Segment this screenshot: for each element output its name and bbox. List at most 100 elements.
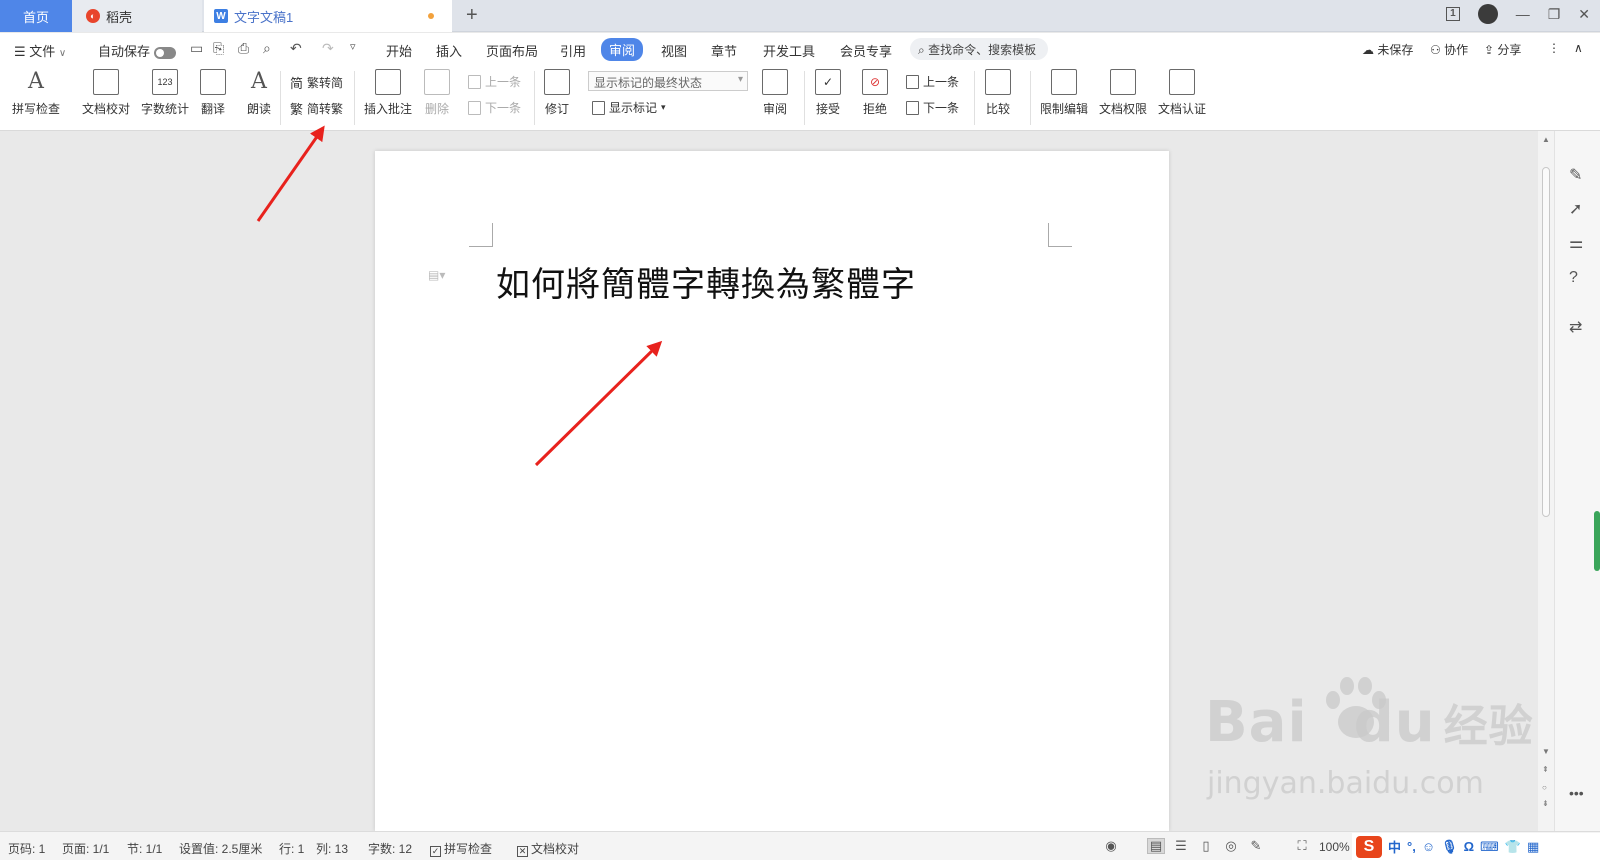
screen-badge[interactable]: 1 [1446, 7, 1460, 21]
paragraph-handle-icon[interactable]: ▤▾ [428, 268, 445, 282]
show-markup-button[interactable]: 显示标记 ▾ [592, 99, 666, 116]
translate-button[interactable]: 翻译 [200, 69, 226, 117]
reject-button[interactable]: ⊘ 拒绝 [862, 69, 888, 117]
pen-view-icon[interactable]: ✎ [1247, 838, 1265, 854]
tab-daoke[interactable]: ◐ 稻壳 [72, 0, 202, 32]
edit-pen-icon[interactable]: ✎ [1569, 165, 1582, 185]
prev-change-label: 上一条 [923, 75, 960, 89]
scroll-up-icon[interactable]: ▲ [1542, 135, 1550, 144]
document-title-text[interactable]: 如何將簡體字轉換為繁體字 [496, 257, 916, 306]
tab-start[interactable]: 开始 [386, 41, 412, 60]
omega-icon[interactable]: Ω [1464, 839, 1474, 854]
new-tab-button[interactable]: + [466, 4, 478, 27]
read-aloud-button[interactable]: A 朗读 [246, 69, 272, 117]
document-page[interactable]: ▤▾ 如何將簡體字轉換為繁體字 [375, 151, 1169, 831]
status-setting[interactable]: 设置值: 2.5厘米 [179, 840, 262, 857]
trad-to-simp-button[interactable]: 简繁转简 [290, 73, 343, 92]
more-menu-icon[interactable]: ⋮ [1548, 41, 1560, 55]
print-preview-icon[interactable]: ⌕ [263, 40, 271, 57]
accept-button[interactable]: ✓ 接受 [815, 69, 841, 117]
help-icon[interactable]: ? [1569, 269, 1578, 287]
tab-document[interactable]: W 文字文稿1 [204, 0, 452, 32]
doc-cert-button[interactable]: 文档认证 [1158, 69, 1206, 117]
skin-icon[interactable]: 👕 [1505, 839, 1521, 855]
status-doc-proof[interactable]: ✕ 文档校对 [517, 840, 579, 857]
doc-proof-button[interactable]: 文档校对 [82, 69, 130, 117]
delete-comment-button[interactable]: 删除 [424, 69, 450, 117]
web-view-icon[interactable]: ◎ [1222, 838, 1240, 854]
eye-protect-icon[interactable]: ◉ [1102, 838, 1120, 854]
prev-page-icon[interactable]: ⇞ [1542, 765, 1549, 774]
status-row[interactable]: 行: 1 [279, 840, 304, 857]
close-icon[interactable]: ✕ [1578, 6, 1590, 23]
status-pages[interactable]: 页面: 1/1 [62, 840, 109, 857]
track-changes-button[interactable]: 修订 [544, 69, 570, 117]
tab-page-layout[interactable]: 页面布局 [486, 41, 538, 60]
restrict-edit-button[interactable]: 限制编辑 [1040, 69, 1088, 117]
status-word-count[interactable]: 字数: 12 [368, 840, 412, 857]
reading-view-icon[interactable]: ▯ [1197, 838, 1215, 854]
scrollbar-thumb[interactable] [1542, 167, 1550, 517]
tab-home[interactable]: 首页 [0, 0, 72, 32]
minimize-icon[interactable]: — [1516, 6, 1530, 22]
fit-page-icon[interactable]: ⛶ [1293, 838, 1311, 854]
quick-access-more-icon[interactable]: ▿ [350, 40, 356, 53]
outline-view-icon[interactable]: ☰ [1172, 838, 1190, 854]
scroll-down-icon[interactable]: ▼ [1542, 747, 1550, 756]
simp-to-trad-button[interactable]: 繁简转繁 [290, 99, 343, 118]
status-section[interactable]: 节: 1/1 [127, 840, 162, 857]
tab-view[interactable]: 视图 [661, 41, 687, 60]
share-button[interactable]: ⇪ 分享 [1484, 41, 1521, 58]
tab-insert[interactable]: 插入 [436, 41, 462, 60]
select-browse-icon[interactable]: ○ [1542, 783, 1547, 792]
undo-icon[interactable]: ↶ [290, 40, 302, 57]
autosave-switch[interactable] [154, 46, 177, 59]
page-view-icon[interactable]: ▤ [1147, 838, 1165, 854]
save-icon[interactable]: ▭ [190, 40, 203, 57]
avatar[interactable] [1477, 4, 1498, 24]
tab-member[interactable]: 会员专享 [840, 41, 892, 60]
cursor-select-icon[interactable]: ➚ [1569, 199, 1582, 219]
insert-comment-button[interactable]: 插入批注 [364, 69, 412, 117]
print-icon[interactable]: ⎙ [238, 40, 249, 57]
collab-button[interactable]: ⚇ 协作 [1430, 41, 1468, 58]
zoom-level[interactable]: 100% [1319, 840, 1350, 854]
keyboard-icon[interactable]: ⌨ [1480, 839, 1499, 855]
prev-change-button[interactable]: 上一条 [906, 73, 959, 90]
review-pane-button[interactable]: 审阅 [762, 69, 788, 117]
redo-icon[interactable]: ↷ [322, 40, 334, 57]
prev-comment-button[interactable]: 上一条 [468, 73, 521, 90]
word-count-button[interactable]: 123 字数统计 [141, 69, 189, 117]
ime-lang[interactable]: 中 [1388, 837, 1401, 856]
next-change-button[interactable]: 下一条 [906, 99, 959, 116]
more-icon[interactable]: ••• [1569, 785, 1584, 801]
vertical-scrollbar[interactable]: ▲ ▼ ⇞ ○ ⇟ [1538, 131, 1554, 831]
unsaved-status[interactable]: ☁ 未保存 [1362, 41, 1413, 58]
settings-sliders-icon[interactable]: ⚌ [1569, 233, 1583, 253]
restore-icon[interactable]: ❐ [1548, 6, 1561, 23]
status-page-number[interactable]: 页码: 1 [8, 840, 45, 857]
doc-permission-button[interactable]: 文档权限 [1099, 69, 1147, 117]
format-painter-icon[interactable]: ⎘ [213, 40, 224, 57]
status-spell-check[interactable]: ✓ 拼写检查 [430, 840, 492, 857]
status-col[interactable]: 列: 13 [316, 840, 348, 857]
sogou-logo-icon[interactable]: S [1356, 835, 1382, 858]
spell-check-button[interactable]: A 拼写检查 [12, 69, 60, 117]
command-search[interactable]: ⌕ 查找命令、搜索模板 [910, 38, 1048, 60]
autosave-toggle[interactable]: 自动保存 [98, 41, 177, 60]
microphone-icon[interactable]: 🎙 [1441, 839, 1458, 855]
file-menu[interactable]: ☰ 文件 ∨ [14, 41, 66, 60]
next-page-icon[interactable]: ⇟ [1542, 799, 1549, 808]
toolbox-icon[interactable]: ▦ [1527, 839, 1539, 855]
markup-state-select[interactable]: 显示标记的最终状态 [588, 71, 748, 91]
next-comment-button[interactable]: 下一条 [468, 99, 521, 116]
tab-chapter[interactable]: 章节 [711, 41, 737, 60]
punctuation-icon[interactable]: °, [1407, 839, 1416, 854]
translate-sidebar-icon[interactable]: ⇄ [1569, 317, 1582, 337]
tab-review[interactable]: 审阅 [601, 38, 644, 61]
collapse-ribbon-icon[interactable]: ∧ [1574, 41, 1583, 55]
compare-button[interactable]: 比较 [985, 69, 1011, 117]
tab-developer[interactable]: 开发工具 [763, 41, 815, 60]
emoji-icon[interactable]: ☺ [1422, 839, 1435, 854]
tab-references[interactable]: 引用 [560, 41, 586, 60]
